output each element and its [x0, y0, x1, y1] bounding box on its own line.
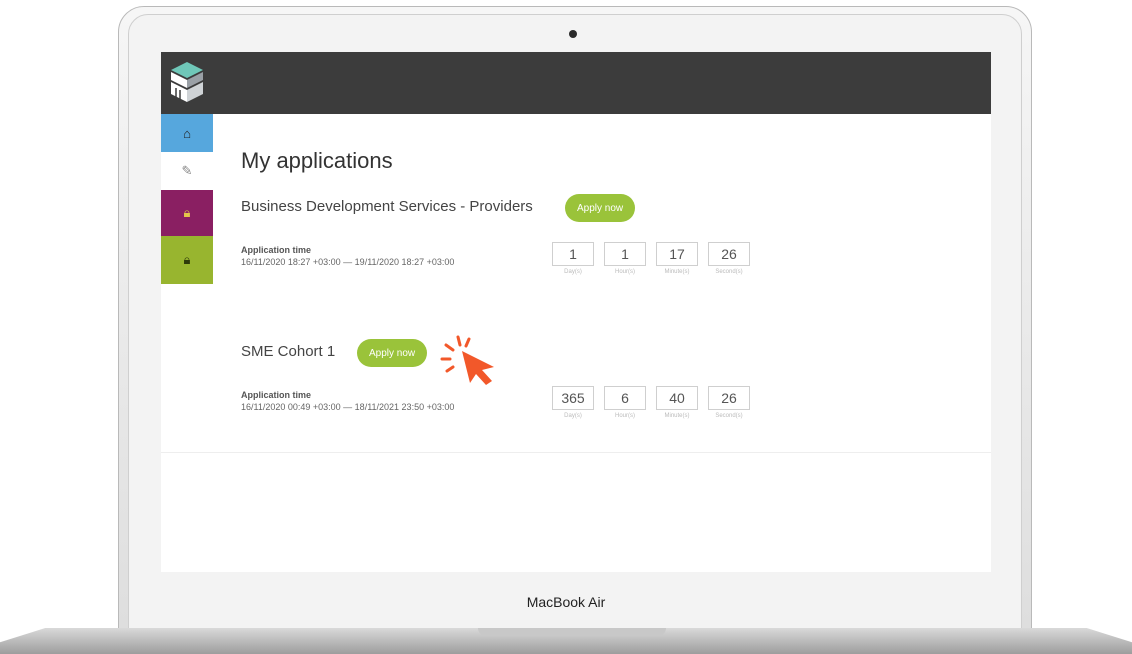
countdown-unit: Second(s) [715, 413, 743, 419]
countdown-value: 40 [656, 386, 698, 410]
countdown-seconds: 26 Second(s) [707, 242, 751, 275]
countdown-timer: 1 Day(s) 1 Hour(s) 17 Minute(s) 26 Secon… [551, 242, 751, 275]
countdown-timer: 365 Day(s) 6 Hour(s) 40 Minute(s) 26 Sec… [551, 386, 751, 419]
lock-icon: 🔒︎ [183, 205, 191, 220]
countdown-value: 1 [604, 242, 646, 266]
countdown-unit: Hour(s) [614, 413, 635, 419]
home-icon: ⌂ [183, 125, 191, 141]
apply-now-button[interactable]: Apply now [357, 339, 428, 367]
countdown-minutes: 17 Minute(s) [655, 242, 699, 275]
edit-icon: ✎ [181, 163, 193, 178]
countdown-minutes: 40 Minute(s) [655, 386, 699, 419]
countdown-seconds: 26 Second(s) [707, 386, 751, 419]
device-brand-label: MacBook Air [526, 594, 606, 610]
sidebar-item-home[interactable]: ⌂ [161, 114, 213, 152]
top-bar [161, 52, 991, 114]
countdown-unit: Minute(s) [664, 269, 690, 275]
sidebar: ⌂ ✎ 🔒︎ 🔒︎ [161, 114, 213, 284]
camera-icon [569, 30, 577, 38]
countdown-unit: Hour(s) [614, 269, 635, 275]
screen: ⌂ ✎ 🔒︎ 🔒︎ My applications Business Devel… [161, 52, 991, 572]
countdown-unit: Day(s) [564, 413, 582, 419]
main-content: My applications Business Development Ser… [241, 114, 981, 504]
application-time-range: 16/11/2020 18:27 +03:00 — 19/11/2020 18:… [241, 257, 455, 267]
page-title: My applications [241, 148, 393, 173]
countdown-days: 365 Day(s) [551, 386, 595, 419]
countdown-value: 17 [656, 242, 698, 266]
countdown-unit: Day(s) [564, 269, 582, 275]
application-time-range: 16/11/2020 00:49 +03:00 — 18/11/2021 23:… [241, 402, 455, 412]
lock-icon: 🔒︎ [183, 252, 191, 267]
click-cursor-icon [440, 335, 494, 385]
laptop-notch [478, 628, 666, 636]
sme-logo-icon [171, 62, 203, 102]
countdown-days: 1 Day(s) [551, 242, 595, 275]
countdown-value: 6 [604, 386, 646, 410]
application-time-label: Application time [241, 245, 312, 255]
empty-area [161, 452, 991, 572]
sidebar-item-locked-1[interactable]: 🔒︎ [161, 190, 213, 236]
application-time-label: Application time [241, 390, 312, 400]
apply-now-button[interactable]: Apply now [565, 194, 636, 222]
countdown-value: 26 [708, 386, 750, 410]
countdown-hours: 1 Hour(s) [603, 242, 647, 275]
countdown-unit: Second(s) [715, 269, 743, 275]
countdown-value: 26 [708, 242, 750, 266]
countdown-value: 365 [552, 386, 594, 410]
application-name: Business Development Services - Provider… [241, 198, 533, 215]
sidebar-item-applications[interactable]: ✎ [161, 152, 213, 190]
application-name: SME Cohort 1 [241, 343, 336, 360]
countdown-unit: Minute(s) [664, 413, 690, 419]
sidebar-item-locked-2[interactable]: 🔒︎ [161, 236, 213, 284]
countdown-hours: 6 Hour(s) [603, 386, 647, 419]
countdown-value: 1 [552, 242, 594, 266]
